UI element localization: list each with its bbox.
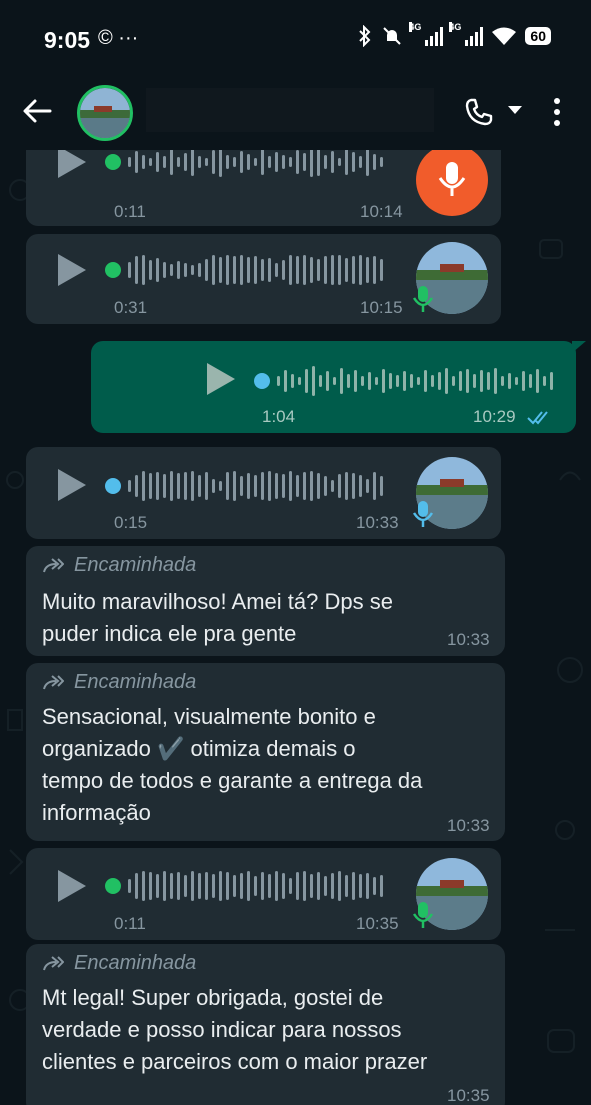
- forward-arrow-icon: [43, 674, 64, 689]
- forwarded-text-message[interactable]: Encaminhada Mt legal! Super obrigada, go…: [26, 944, 505, 1105]
- bubble-tail: [572, 341, 586, 353]
- audio-waveform[interactable]: [128, 150, 383, 182]
- contact-avatar[interactable]: [77, 85, 133, 141]
- signal-icon-2: 4G: [449, 22, 484, 46]
- playback-progress-dot[interactable]: [105, 262, 121, 278]
- chat-area[interactable]: 0:11 10:14 0:31 10:15 1:04 10:29 0:15 10…: [0, 150, 591, 1105]
- notification-icons: © ···: [98, 27, 139, 49]
- bluetooth-icon: [359, 25, 371, 47]
- message-time: 10:33: [447, 816, 490, 835]
- play-icon[interactable]: [58, 150, 86, 178]
- message-time: 10:29: [473, 407, 516, 426]
- play-icon[interactable]: [58, 469, 86, 501]
- playback-progress-dot[interactable]: [105, 878, 121, 894]
- forwarded-indicator: Encaminhada: [42, 952, 196, 975]
- playback-progress-dot[interactable]: [254, 373, 270, 389]
- playback-progress-dot[interactable]: [105, 154, 121, 170]
- forwarded-label: Encaminhada: [74, 671, 197, 693]
- microphone-icon: [412, 902, 434, 928]
- more-vert-icon[interactable]: [553, 98, 561, 126]
- forwarded-label: Encaminhada: [74, 952, 197, 974]
- message-text: Muito maravilhoso! Amei tá? Dps se puder…: [42, 589, 393, 646]
- call-dropdown-icon[interactable]: [508, 106, 522, 114]
- message-time: 10:35: [356, 914, 399, 933]
- forwarded-indicator: Encaminhada: [42, 554, 196, 577]
- audio-message[interactable]: 0:31 10:15: [26, 234, 501, 324]
- status-time: 9:05: [44, 27, 91, 53]
- audio-duration: 0:15: [114, 513, 148, 532]
- audio-duration: 1:04: [262, 407, 296, 426]
- audio-waveform[interactable]: [277, 361, 553, 401]
- audio-message-outgoing[interactable]: 1:04 10:29: [91, 341, 586, 433]
- play-icon[interactable]: [58, 870, 86, 902]
- phone-icon[interactable]: [463, 96, 495, 128]
- chat-header: [0, 78, 591, 150]
- forward-arrow-icon: [43, 557, 64, 572]
- contact-name[interactable]: [146, 88, 434, 132]
- message-time: 10:35: [447, 1086, 490, 1105]
- forwarded-label: Encaminhada: [74, 554, 197, 576]
- battery-icon: 60: [525, 27, 551, 45]
- message-time: 10:33: [356, 513, 399, 532]
- status-bar: 9:05 © ··· 4G 4G 60: [0, 0, 591, 78]
- playback-progress-dot[interactable]: [105, 478, 121, 494]
- audio-duration: 0:11: [114, 202, 146, 221]
- back-arrow-icon[interactable]: [20, 94, 54, 128]
- message-text: Mt legal! Super obrigada, gostei de verd…: [42, 985, 428, 1074]
- wifi-icon: [492, 27, 517, 45]
- audio-message[interactable]: 0:15 10:33: [26, 447, 501, 539]
- signal-icon-1: 4G: [409, 22, 444, 46]
- forwarded-text-message[interactable]: Encaminhada Sensacional, visualmente bon…: [26, 663, 505, 841]
- forward-arrow-icon: [43, 955, 64, 970]
- play-icon[interactable]: [58, 254, 86, 286]
- double-check-read-icon: [527, 411, 548, 425]
- play-icon[interactable]: [207, 363, 235, 395]
- status-right-icons: 4G 4G 60: [357, 22, 551, 47]
- microphone-icon: [438, 162, 466, 196]
- audio-duration: 0:11: [114, 914, 146, 933]
- microphone-icon: [412, 286, 434, 312]
- audio-waveform[interactable]: [128, 466, 383, 506]
- message-time: 10:14: [360, 202, 403, 221]
- forwarded-indicator: Encaminhada: [42, 671, 196, 694]
- audio-waveform[interactable]: [128, 250, 383, 290]
- audio-message[interactable]: 0:11 10:35: [26, 848, 501, 940]
- message-time: 10:15: [360, 298, 403, 317]
- microphone-icon: [412, 501, 434, 527]
- record-voice-button[interactable]: [416, 150, 488, 216]
- message-time: 10:33: [447, 630, 490, 649]
- mute-icon: [383, 27, 402, 45]
- forwarded-text-message[interactable]: Encaminhada Muito maravilhoso! Amei tá? …: [26, 546, 505, 656]
- audio-duration: 0:31: [114, 298, 148, 317]
- message-text: Sensacional, visualmente bonito e organi…: [42, 704, 423, 825]
- audio-waveform[interactable]: [128, 866, 383, 906]
